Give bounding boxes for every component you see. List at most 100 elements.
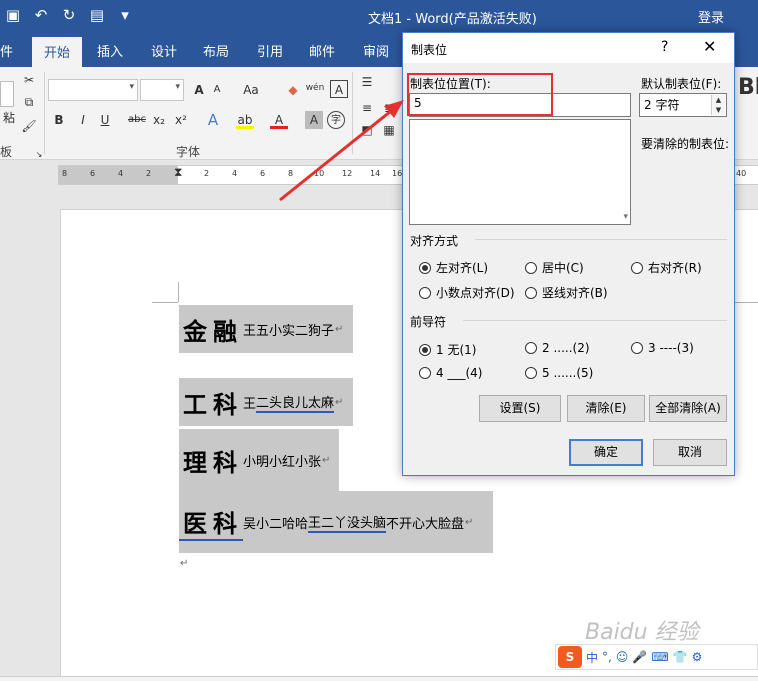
indent-marker-icon[interactable]: ⧗ bbox=[174, 165, 182, 180]
ruler-tick: 6 bbox=[260, 169, 266, 178]
close-icon[interactable]: ✕ bbox=[703, 37, 716, 56]
font-name-combo[interactable]: ▾ bbox=[48, 79, 138, 101]
ruler-tick: 40 bbox=[736, 169, 747, 178]
touch-mode-icon[interactable]: ▤ bbox=[88, 6, 106, 24]
styles-gallery[interactable]: Bl bbox=[738, 77, 758, 99]
document-line[interactable]: 医科 吴小二哈哈 王二丫没头脑 不开心大脸盘 ↵ bbox=[179, 491, 493, 553]
clipboard-launcher-icon[interactable]: ↘ bbox=[30, 146, 48, 164]
document-line[interactable]: 工科 王 二头良儿太麻 ↵ bbox=[179, 378, 353, 426]
clear-format-icon[interactable]: ◆ bbox=[284, 81, 302, 99]
save-icon[interactable]: ▣ bbox=[4, 6, 22, 24]
sogou-logo-icon[interactable]: S bbox=[558, 646, 582, 668]
align-center-radio[interactable]: 居中(C) bbox=[525, 259, 584, 276]
tab-mailings[interactable]: 邮件 bbox=[309, 41, 335, 60]
tab-design[interactable]: 设计 bbox=[151, 41, 177, 60]
format-painter-icon[interactable]: 🖌 bbox=[20, 117, 38, 135]
tab-review[interactable]: 审阅 bbox=[363, 41, 389, 60]
change-case-button[interactable]: Aa bbox=[240, 81, 262, 99]
tab-file[interactable]: 件 bbox=[0, 41, 13, 60]
radio-dot bbox=[631, 342, 643, 354]
enclose-char-button[interactable]: 字 bbox=[327, 111, 345, 129]
tab-stop-list[interactable]: ▾ bbox=[409, 119, 631, 225]
font-color-button[interactable]: A bbox=[270, 111, 288, 129]
settings-icon[interactable]: ⚙ bbox=[692, 650, 703, 664]
radio-dot bbox=[525, 367, 537, 379]
ruler-tick: 6 bbox=[90, 169, 96, 178]
grow-font-button[interactable]: A bbox=[190, 81, 208, 99]
login-link[interactable]: 登录 bbox=[698, 7, 724, 26]
skin-icon[interactable]: 👕 bbox=[673, 650, 688, 664]
chevron-down-icon: ▾ bbox=[129, 82, 134, 92]
scroll-down-icon[interactable]: ▾ bbox=[623, 212, 628, 222]
punctuation-icon[interactable]: °, bbox=[602, 650, 612, 664]
subscript-button[interactable]: x₂ bbox=[150, 111, 168, 129]
cancel-button[interactable]: 取消 bbox=[653, 439, 727, 466]
undo-icon[interactable]: ↶ bbox=[32, 6, 50, 24]
copy-icon[interactable]: ⧉ bbox=[20, 93, 38, 111]
align-decimal-radio[interactable]: 小数点对齐(D) bbox=[419, 284, 515, 301]
highlight-button[interactable]: ab bbox=[236, 111, 254, 129]
leader-middots-radio[interactable]: 5 ......(5) bbox=[525, 366, 593, 380]
status-bar bbox=[0, 676, 758, 681]
font-size-combo[interactable]: ▾ bbox=[140, 79, 184, 101]
font-group-label: 字体 bbox=[176, 145, 201, 159]
underline-button[interactable]: U bbox=[96, 111, 114, 129]
paint-bucket-icon[interactable]: ◩ bbox=[358, 121, 376, 139]
tab-home[interactable]: 开始 bbox=[32, 37, 83, 67]
phonetic-guide-button[interactable]: wén bbox=[304, 79, 326, 97]
paste-label[interactable]: 粘 bbox=[0, 109, 18, 127]
tab-insert[interactable]: 插入 bbox=[97, 41, 123, 60]
document-line[interactable]: 理科 小明小红小张 ↵ bbox=[179, 429, 339, 491]
document-line[interactable]: 金融 王五小实二狗子 ↵ bbox=[179, 305, 353, 353]
shrink-font-button[interactable]: A bbox=[208, 81, 226, 99]
default-tab-spinner[interactable]: 2 字符 ▲ ▼ bbox=[639, 93, 727, 117]
emoji-icon[interactable]: ☺ bbox=[616, 650, 629, 664]
set-button[interactable]: 设置(S) bbox=[479, 395, 561, 422]
line-text: 王 bbox=[243, 396, 257, 412]
tab-references[interactable]: 引用 bbox=[257, 41, 283, 60]
radio-dot bbox=[631, 261, 643, 274]
ok-button[interactable]: 确定 bbox=[569, 439, 643, 466]
radio-label: 右对齐(R) bbox=[648, 261, 702, 275]
char-border-button[interactable]: A bbox=[330, 80, 348, 98]
cut-icon[interactable]: ✂ bbox=[20, 71, 38, 89]
help-icon[interactable]: ? bbox=[661, 39, 668, 55]
line-heading: 医科 bbox=[179, 504, 243, 541]
ime-toolbar[interactable]: S 中 °, ☺ 🎤 ⌨ 👕 ⚙ bbox=[555, 644, 758, 670]
clear-all-button[interactable]: 全部清除(A) bbox=[649, 395, 727, 422]
ime-language[interactable]: 中 bbox=[586, 649, 598, 666]
default-tab-value: 2 字符 bbox=[644, 98, 680, 112]
borders-icon[interactable]: ▦ bbox=[380, 121, 398, 139]
align-right-radio[interactable]: 右对齐(R) bbox=[631, 259, 702, 276]
align-center-icon[interactable]: ≣ bbox=[380, 99, 398, 117]
dialog-title-bar: 制表位 ? ✕ bbox=[403, 33, 734, 63]
leader-underline-radio[interactable]: 4 ___(4) bbox=[419, 366, 482, 380]
tab-layout[interactable]: 布局 bbox=[203, 41, 229, 60]
italic-button[interactable]: I bbox=[74, 111, 92, 129]
align-bar-radio[interactable]: 竖线对齐(B) bbox=[525, 284, 608, 301]
bold-button[interactable]: B bbox=[50, 111, 68, 129]
paste-icon[interactable] bbox=[0, 81, 14, 107]
ruler-tick: 10 bbox=[314, 169, 325, 178]
spinner-arrows-icon[interactable]: ▲ ▼ bbox=[711, 95, 725, 115]
align-left-icon[interactable]: ≡ bbox=[358, 99, 376, 117]
keyboard-icon[interactable]: ⌨ bbox=[651, 650, 668, 664]
leader-dots-radio[interactable]: 2 .....(2) bbox=[525, 341, 590, 355]
align-left-radio[interactable]: 左对齐(L) bbox=[419, 259, 488, 276]
redo-icon[interactable]: ↻ bbox=[60, 6, 78, 24]
superscript-button[interactable]: x² bbox=[172, 111, 190, 129]
radio-label: 1 无(1) bbox=[436, 343, 477, 357]
clear-button[interactable]: 清除(E) bbox=[567, 395, 645, 422]
radio-label: 小数点对齐(D) bbox=[436, 286, 515, 300]
voice-icon[interactable]: 🎤 bbox=[632, 650, 647, 664]
customize-qat-icon[interactable]: ▾ bbox=[116, 6, 134, 24]
default-tab-label: 默认制表位(F): bbox=[641, 77, 722, 91]
line-text: 吴小二哈哈 bbox=[243, 516, 309, 532]
strikethrough-button[interactable]: abc bbox=[126, 111, 148, 129]
bullets-icon[interactable]: ☰ bbox=[358, 73, 376, 91]
leader-dashes-radio[interactable]: 3 ----(3) bbox=[631, 341, 694, 355]
line-text: 小明小红小张 bbox=[243, 454, 322, 470]
leader-none-radio[interactable]: 1 无(1) bbox=[419, 341, 476, 358]
text-effects-button[interactable]: A bbox=[204, 111, 222, 129]
char-shading-button[interactable]: A bbox=[305, 111, 323, 129]
